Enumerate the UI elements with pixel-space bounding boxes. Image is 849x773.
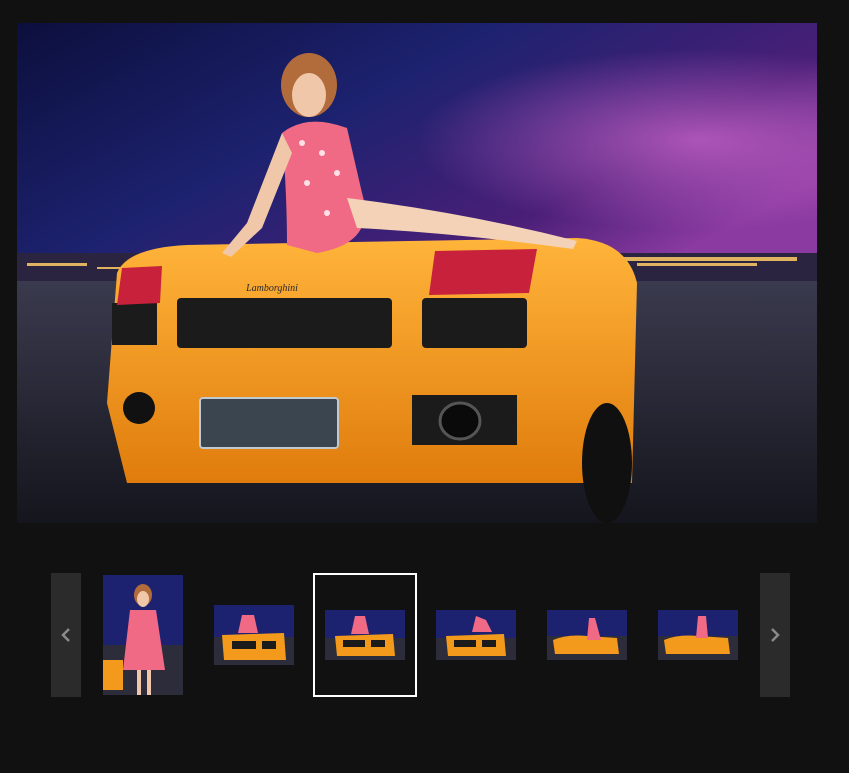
thumbnail-3[interactable] (313, 573, 417, 697)
thumbnail-5[interactable] (535, 573, 639, 697)
prev-button[interactable] (51, 573, 81, 697)
chevron-left-icon (61, 628, 70, 642)
brand-badge: Lamborghini (245, 283, 298, 294)
chevron-right-icon (771, 628, 780, 642)
main-image-viewer[interactable]: Lamborghini (17, 23, 817, 523)
thumbnail-image (658, 610, 738, 660)
thumbnail-image (214, 605, 294, 665)
thumbnail-2[interactable] (202, 573, 306, 697)
thumbnail-image (547, 610, 627, 660)
thumbnail-image (325, 610, 405, 660)
next-button[interactable] (760, 573, 790, 697)
thumbnail-strip (51, 573, 790, 697)
thumbnail-6[interactable] (646, 573, 750, 697)
main-photo: Lamborghini (17, 23, 817, 523)
thumbnail-4[interactable] (424, 573, 528, 697)
thumbnail-image (103, 575, 183, 695)
thumbnail-1[interactable] (91, 573, 195, 697)
thumbnail-image (436, 610, 516, 660)
